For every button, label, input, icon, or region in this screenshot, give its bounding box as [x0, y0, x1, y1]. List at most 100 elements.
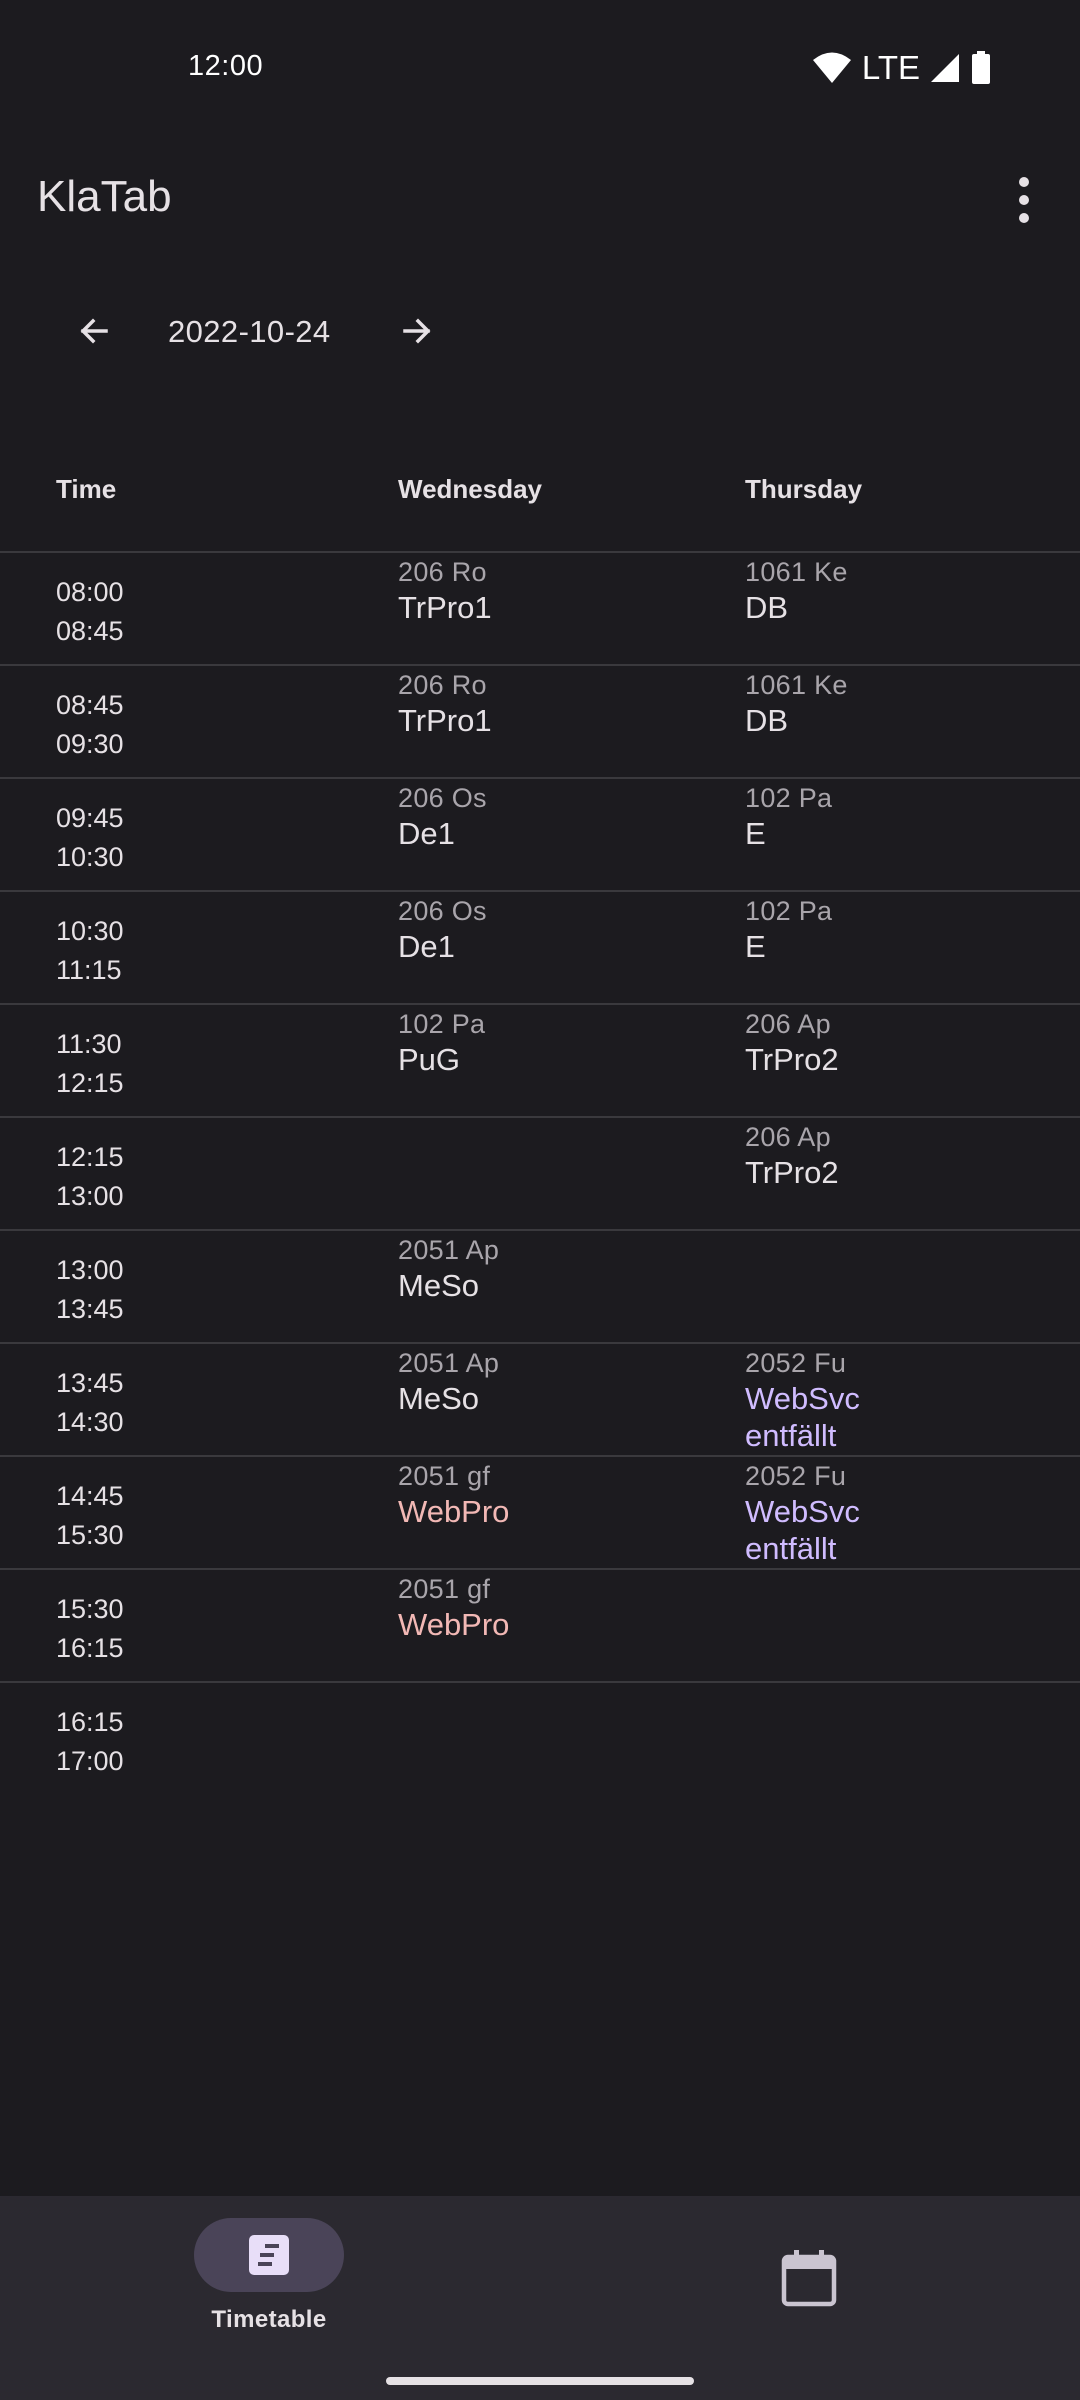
table-row: 12:15 13:00 206 Ap TrPro2 — [0, 1118, 1080, 1231]
time-start: 08:45 — [56, 690, 124, 720]
lesson-room: 1061 Ke — [745, 557, 848, 587]
time-slot: 15:30 16:15 — [56, 1590, 124, 1668]
lesson-room: 102 Pa — [745, 783, 833, 813]
time-end: 13:45 — [56, 1294, 124, 1324]
time-slot: 08:00 08:45 — [56, 573, 124, 651]
lesson-wednesday[interactable]: 2051 Ap MeSo — [398, 1346, 499, 1418]
time-end: 11:15 — [56, 955, 122, 985]
lesson-thursday[interactable]: 2052 Fu WebSvc entfällt — [745, 1459, 860, 1567]
time-end: 09:30 — [56, 729, 124, 759]
lesson-subject: E — [745, 816, 766, 851]
lesson-thursday[interactable]: 2052 Fu WebSvc entfällt — [745, 1346, 860, 1454]
lesson-subject: WebPro — [398, 1607, 510, 1642]
lesson-wednesday[interactable]: 206 Ro TrPro1 — [398, 555, 492, 627]
timetable: Time Wednesday Thursday 08:00 08:45 206 Ro… — [0, 440, 1080, 1796]
lesson-wednesday[interactable]: 206 Os De1 — [398, 781, 487, 853]
lesson-room: 206 Os — [398, 783, 487, 813]
lesson-room: 206 Ap — [745, 1009, 831, 1039]
time-end: 08:45 — [56, 616, 124, 646]
lesson-thursday[interactable]: 1061 Ke DB — [745, 555, 848, 627]
time-end: 14:30 — [56, 1407, 124, 1437]
arrow-left-icon — [80, 318, 108, 344]
arrow-right-icon — [403, 318, 431, 344]
network-type: LTE — [861, 49, 920, 86]
time-slot: 09:45 10:30 — [56, 799, 124, 877]
lesson-wednesday[interactable]: 206 Os De1 — [398, 894, 487, 966]
lesson-thursday[interactable]: 206 Ap TrPro2 — [745, 1007, 839, 1079]
header-wednesday: Wednesday — [398, 474, 543, 504]
lesson-subject: DB — [745, 703, 789, 738]
current-date[interactable]: 2022-10-24 — [168, 314, 331, 350]
home-indicator[interactable] — [386, 2377, 694, 2385]
time-end: 13:00 — [56, 1181, 124, 1211]
time-start: 12:15 — [56, 1142, 124, 1172]
lesson-room: 2051 gf — [398, 1461, 491, 1491]
lesson-room: 2051 Ap — [398, 1235, 500, 1265]
lesson-thursday[interactable]: 1061 Ke DB — [745, 668, 848, 740]
nav-label-timetable: Timetable — [211, 2306, 327, 2333]
lesson-thursday[interactable]: 206 Ap TrPro2 — [745, 1120, 839, 1192]
time-slot: 10:30 11:15 — [56, 912, 124, 990]
time-start: 15:30 — [56, 1594, 124, 1624]
time-start: 09:45 — [56, 803, 124, 833]
lesson-subject: TrPro1 — [398, 590, 492, 625]
time-slot: 13:45 14:30 — [56, 1364, 124, 1442]
lesson-room: 2052 Fu — [745, 1461, 847, 1491]
time-slot: 11:30 12:15 — [56, 1025, 124, 1103]
lesson-room: 206 Ap — [745, 1122, 831, 1152]
nav-active-indicator — [194, 2218, 344, 2292]
lesson-subject: WebPro — [398, 1494, 510, 1529]
time-slot: 12:15 13:00 — [56, 1138, 124, 1216]
lesson-subject: De1 — [398, 816, 455, 851]
lesson-room: 102 Pa — [398, 1009, 486, 1039]
time-end: 17:00 — [56, 1746, 124, 1776]
lesson-wednesday[interactable]: 102 Pa PuG — [398, 1007, 485, 1079]
more-options-button[interactable] — [1000, 172, 1048, 228]
lesson-note: entfällt — [745, 1531, 837, 1566]
timetable-icon — [249, 2235, 289, 2275]
lesson-subject: MeSo — [398, 1381, 479, 1416]
nav-item-calendar[interactable] — [780, 2248, 838, 2308]
battery-icon — [972, 51, 990, 84]
time-end: 12:15 — [56, 1068, 124, 1098]
lesson-thursday[interactable]: 102 Pa E — [745, 781, 832, 853]
lesson-room: 102 Pa — [745, 896, 833, 926]
time-start: 11:30 — [56, 1029, 122, 1059]
table-row: 13:00 13:45 2051 Ap MeSo — [0, 1231, 1080, 1344]
signal-icon — [931, 54, 959, 82]
nav-item-timetable[interactable]: Timetable — [138, 2218, 400, 2334]
lesson-subject: De1 — [398, 929, 455, 964]
lesson-subject: PuG — [398, 1042, 461, 1077]
time-start: 16:15 — [56, 1707, 124, 1737]
lesson-subject: E — [745, 929, 766, 964]
next-date-button[interactable] — [393, 307, 441, 355]
lesson-room: 2052 Fu — [745, 1348, 847, 1378]
header-time: Time — [56, 474, 117, 504]
more-vert-icon — [1019, 177, 1029, 187]
more-vert-dot — [1019, 195, 1029, 205]
lesson-wednesday[interactable]: 2051 gf WebPro — [398, 1459, 509, 1531]
time-start: 10:30 — [56, 916, 124, 946]
lesson-subject: WebSvc — [745, 1381, 860, 1416]
table-header: Time Wednesday Thursday — [0, 440, 1080, 553]
lesson-subject: TrPro2 — [745, 1155, 839, 1190]
time-start: 08:00 — [56, 577, 124, 607]
time-start: 13:45 — [56, 1368, 124, 1398]
header-thursday: Thursday — [745, 474, 863, 504]
time-end: 16:15 — [56, 1633, 124, 1663]
lesson-thursday[interactable]: 102 Pa E — [745, 894, 832, 966]
lesson-subject: WebSvc — [745, 1494, 860, 1529]
table-row: 08:00 08:45 206 Ro TrPro1 1061 Ke DB — [0, 553, 1080, 666]
lesson-wednesday[interactable]: 2051 gf WebPro — [398, 1572, 509, 1644]
status-bar: 12:00 LTE — [0, 0, 1080, 136]
lesson-room: 206 Ro — [398, 557, 487, 587]
table-row: 16:15 17:00 — [0, 1683, 1080, 1796]
table-row: 14:45 15:30 2051 gf WebPro 2052 Fu WebSvc entf… — [0, 1457, 1080, 1570]
lesson-subject: TrPro2 — [745, 1042, 839, 1077]
time-start: 14:45 — [56, 1481, 124, 1511]
lesson-wednesday[interactable]: 2051 Ap MeSo — [398, 1233, 499, 1305]
time-slot: 08:45 09:30 — [56, 686, 124, 764]
previous-date-button[interactable] — [70, 307, 118, 355]
status-icons: LTE — [812, 48, 992, 88]
lesson-wednesday[interactable]: 206 Ro TrPro1 — [398, 668, 492, 740]
